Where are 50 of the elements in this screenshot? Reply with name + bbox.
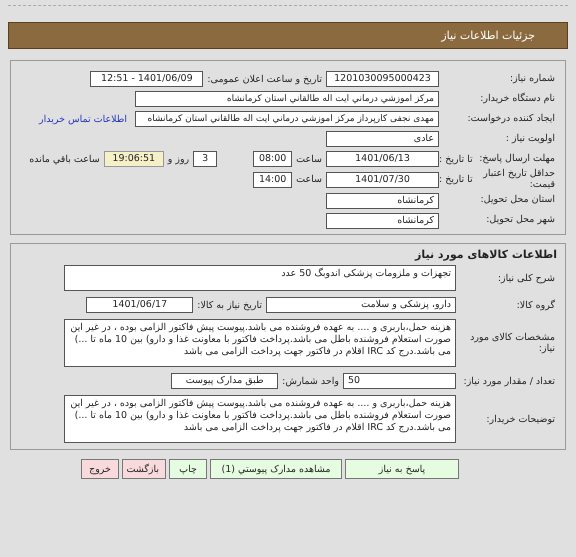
value-field: 50 <box>343 373 456 389</box>
field-label: شرح کلی نیاز: <box>498 272 555 284</box>
field-label: ساعت <box>296 174 322 186</box>
action-button[interactable]: پاسخ به نیاز <box>345 459 459 479</box>
field-label: شماره نیاز: <box>510 74 555 84</box>
value-field: 1401/06/17 <box>86 297 194 313</box>
value-field: 1201030095000423 <box>326 71 439 87</box>
field-label: مهلت ارسال پاسخ: <box>479 154 555 164</box>
value-field: دارو، پزشکی و سلامت <box>266 297 456 313</box>
value-field: عادی <box>326 131 439 147</box>
value-field: 08:00 <box>253 151 292 167</box>
field-label: توضیحات خریدار: <box>486 414 555 424</box>
field-label: تاریخ و ساعت اعلان عمومی: <box>207 74 322 84</box>
field-label: ساعت باقي مانده <box>29 154 100 164</box>
text-area: هزینه حمل،باربری و .... به عهده فروشنده می باشد.پیوست پیش فاکتور الزامی بوده ، در غیر این صورت استعلام فروشنده باطل می باشد.پرداخت فاکتور با معاونت غذا و دارو) بین 10 ماه تا ...) می باشد.درج کد IRC اقلام در فاکتور جهت پرداخت الزامی می باشد <box>64 319 456 367</box>
field-label: روز و <box>168 154 190 164</box>
value-field: مرکز اموزشي درماني ايت اله طالقاني استان کرمانشاه <box>135 91 439 107</box>
value-field: طبق مدارک پیوست <box>171 373 278 389</box>
field-label: مشخصات کالای مورد نیاز: <box>469 332 555 354</box>
text-area: هزینه حمل،باربری و .... به عهده فروشنده می باشد.پیوست پیش فاکتور الزامی بوده ، در غیر این صورت استعلام فروشنده باطل می باشد.پرداخت فاکتور با معاونت غذا و دارو) بین 10 ماه تا ...) می باشد.درج کد IRC اقلام در فاکتور جهت پرداخت الزامی می باشد <box>64 395 456 443</box>
panel-title: اطلاعات کالاهای مورد نیاز <box>414 248 558 261</box>
contact-link[interactable]: اطلاعات تماس خریدار <box>38 114 127 124</box>
field-label: تا تاریخ : <box>439 174 473 186</box>
field-label: تا تاریخ : <box>439 154 473 164</box>
action-button[interactable]: خروج <box>81 459 119 479</box>
field-label: واحد شمارش: <box>282 376 339 386</box>
field-label: ساعت <box>296 154 322 164</box>
field-label: گروه کالا: <box>516 300 555 310</box>
field-label: اولویت نیاز : <box>506 134 555 144</box>
field-label: تاریخ نیاز به کالا: <box>197 300 262 310</box>
field-label: ایجاد کننده درخواست: <box>467 114 555 124</box>
field-label: استان محل تحویل: <box>480 195 555 206</box>
field-label: حداقل تاریخ اعتبار قیمت: <box>482 169 555 191</box>
value-field: 1401/06/09 - 12:51 <box>90 71 204 87</box>
value-field: مهدی نجفی کارپرداز مرکز اموزشي درماني ايت اله طالقاني استان کرمانشاه <box>135 111 439 127</box>
field-label: تعداد / مقدار مورد نیاز: <box>464 376 555 386</box>
value-field: کرمانشاه <box>326 212 439 229</box>
value-field: 19:06:51 <box>104 151 164 167</box>
value-field: 1401/07/30 <box>326 172 439 188</box>
section-title: جزئیات اطلاعات نیاز <box>441 29 535 42</box>
value-field: 14:00 <box>253 172 292 188</box>
value-field: تجهزات و ملزومات پزشکی اندوبگ 50 عدد <box>64 265 456 291</box>
field-label: شهر محل تحویل: <box>486 215 555 226</box>
action-button[interactable]: بازگشت <box>122 459 166 479</box>
action-button[interactable]: چاپ <box>169 459 207 479</box>
action-button[interactable]: مشاهده مدارک پیوستي (1) <box>210 459 342 479</box>
field-label: نام دستگاه خریدار: <box>480 94 555 104</box>
value-field: 3 <box>193 151 218 167</box>
value-field: 1401/06/13 <box>326 151 439 167</box>
value-field: کرمانشاه <box>326 192 439 209</box>
